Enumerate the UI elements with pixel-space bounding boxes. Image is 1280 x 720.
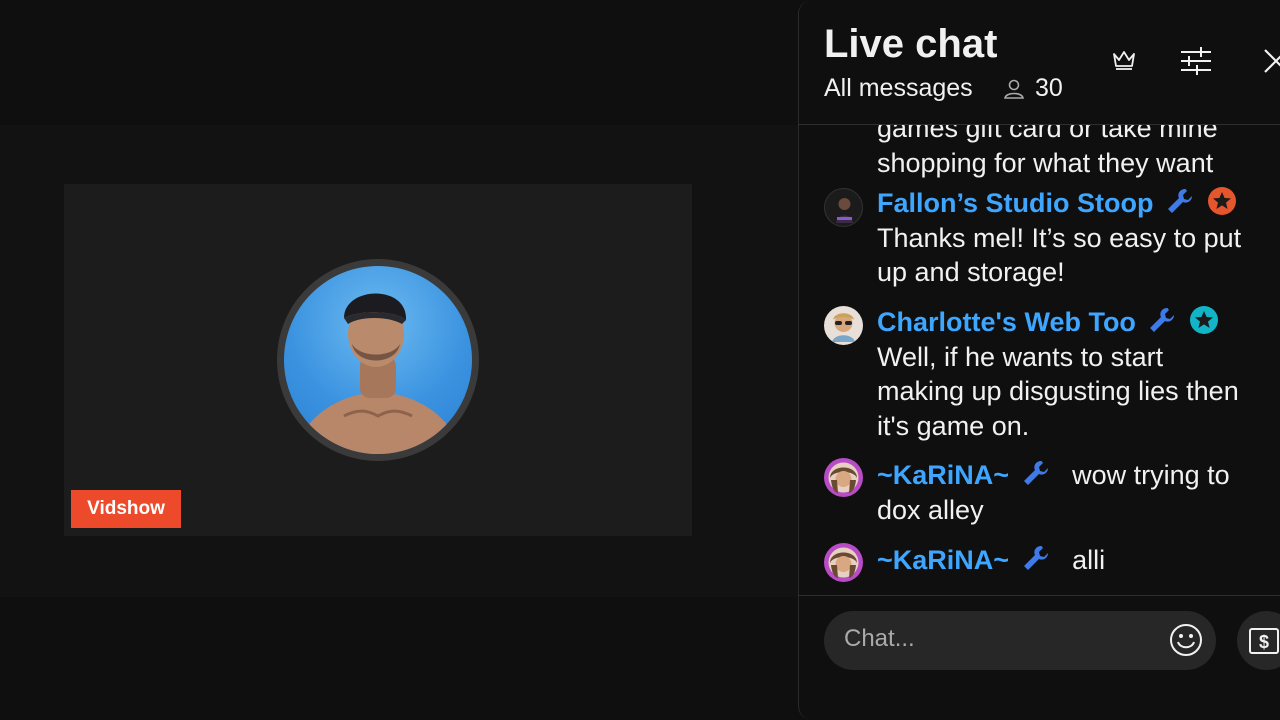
super-chat-button[interactable]: $ — [1237, 611, 1280, 670]
chat-title: Live chat — [824, 22, 998, 66]
svg-text:$: $ — [1259, 632, 1269, 652]
chat-input-row: $ — [799, 595, 1280, 720]
message-inline-text: wow trying to — [1072, 460, 1230, 490]
person-icon — [1004, 79, 1024, 99]
host-avatar — [284, 266, 472, 454]
chat-filter-dropdown[interactable]: All messages — [824, 74, 973, 103]
message-text-line: Well, if he wants to start — [877, 341, 1164, 372]
dollar-icon: $ — [1249, 628, 1279, 654]
user-avatar[interactable] — [824, 306, 863, 345]
message-text-line: it's game on. — [877, 410, 1030, 441]
message-inline-text: alli — [1072, 545, 1106, 575]
vidshow-badge[interactable]: Vidshow — [71, 490, 181, 528]
message-author[interactable]: ~KaRiNA~ — [877, 545, 1009, 575]
wrench-icon — [1023, 546, 1048, 570]
close-icon[interactable] — [1261, 46, 1280, 76]
message-text-line: making up disgusting lies then — [877, 376, 1239, 406]
message-text-line: Thanks mel! It’s so easy to put — [877, 222, 1242, 253]
chat-message-list[interactable]: games gift card or take mine shopping fo… — [799, 125, 1280, 595]
message-text-line: up and storage! — [877, 257, 1065, 287]
viewer-count: 30 — [1035, 74, 1063, 102]
message-author[interactable]: ~KaRiNA~ — [877, 460, 1009, 490]
user-avatar[interactable] — [824, 543, 863, 582]
message-text-line: games gift card or take mine — [877, 125, 1218, 143]
user-avatar[interactable] — [824, 458, 863, 497]
crown-icon[interactable] — [1111, 46, 1137, 72]
emoji-icon[interactable] — [1168, 622, 1204, 658]
chat-input[interactable] — [844, 625, 1164, 653]
live-chat-panel: Live chat All messages 30 games gift car… — [798, 0, 1280, 720]
wrench-icon — [1168, 189, 1192, 213]
user-avatar[interactable] — [824, 188, 863, 227]
video-player[interactable]: Vidshow — [0, 0, 798, 720]
wrench-icon — [1150, 308, 1175, 332]
chat-input-container[interactable] — [824, 611, 1216, 670]
message-text-line: dox alley — [877, 494, 984, 525]
star-badge-icon — [1207, 187, 1236, 215]
star-badge-icon — [1189, 306, 1218, 334]
message-author[interactable]: Fallon’s Studio Stoop — [877, 188, 1153, 218]
message-author[interactable]: Charlotte's Web Too — [877, 307, 1136, 337]
message-text-line: shopping for what they want — [877, 147, 1214, 178]
wrench-icon — [1023, 461, 1048, 485]
chat-header: Live chat All messages 30 — [799, 0, 1280, 125]
sliders-icon[interactable] — [1179, 44, 1213, 78]
